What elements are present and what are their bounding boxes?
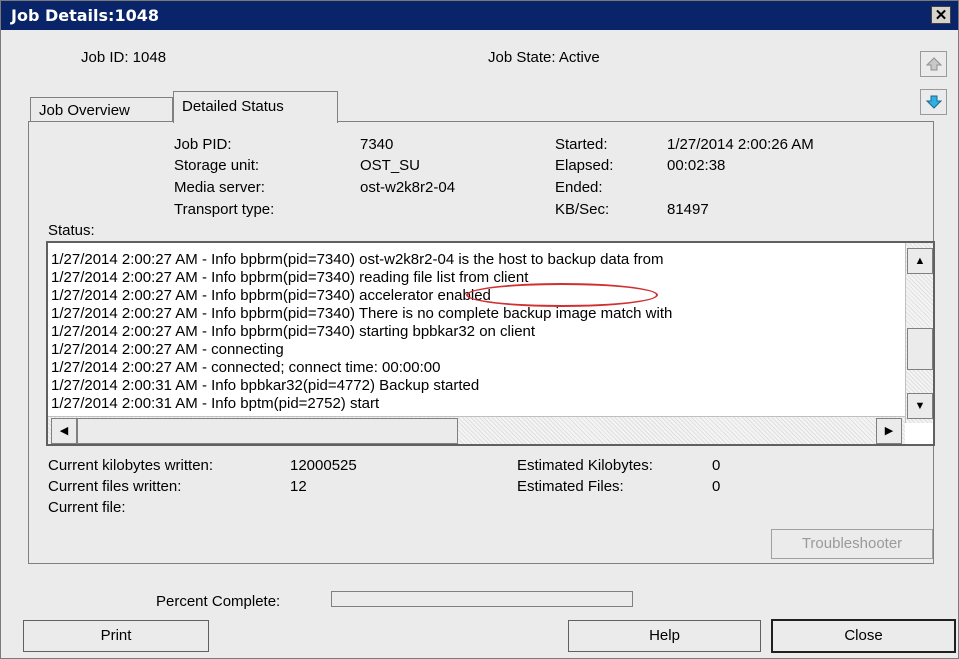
- horizontal-scrollbar[interactable]: ◀ ▶: [48, 416, 905, 444]
- vertical-scrollbar[interactable]: ▲ ▼: [905, 243, 933, 423]
- current-kb-value: 12000525: [290, 457, 357, 474]
- down-arrow-button[interactable]: [920, 89, 947, 115]
- estimated-kb-value: 0: [712, 457, 721, 474]
- log-line: 1/27/2014 2:00:31 AM - Info bpbkar32(pid…: [51, 377, 480, 394]
- storage-unit-label: Storage unit:: [174, 157, 260, 174]
- job-id-label: Job ID: 1048: [81, 49, 167, 66]
- highlight-ellipse: [466, 283, 658, 307]
- scroll-left-icon: ◀: [59, 425, 69, 437]
- scroll-left-button[interactable]: ◀: [51, 418, 77, 444]
- transport-type-label: Transport type:: [174, 201, 275, 218]
- down-arrow-icon: [925, 95, 942, 109]
- help-button[interactable]: Help: [568, 620, 761, 652]
- print-button[interactable]: Print: [23, 620, 209, 652]
- estimated-kb-label: Estimated Kilobytes:: [517, 457, 653, 474]
- kbsec-value: 81497: [667, 201, 709, 218]
- job-state-label: Job State: Active: [488, 49, 600, 66]
- storage-unit-value: OST_SU: [360, 157, 421, 174]
- scroll-right-button[interactable]: ▶: [876, 418, 902, 444]
- current-files-label: Current files written:: [48, 478, 182, 495]
- log-line: 1/27/2014 2:00:27 AM - connecting: [51, 341, 284, 358]
- title-bar[interactable]: Job Details:1048 ✕: [1, 1, 958, 30]
- tab-detailed-status[interactable]: Detailed Status: [173, 91, 338, 123]
- horizontal-scroll-thumb[interactable]: [77, 418, 458, 444]
- troubleshooter-button[interactable]: Troubleshooter: [771, 529, 933, 559]
- ended-label: Ended:: [555, 179, 603, 196]
- up-arrow-button[interactable]: [920, 51, 947, 77]
- elapsed-value: 00:02:38: [667, 157, 726, 174]
- current-kb-label: Current kilobytes written:: [48, 457, 214, 474]
- kbsec-label: KB/Sec:: [555, 201, 610, 218]
- current-files-value: 12: [290, 478, 307, 495]
- log-line: 1/27/2014 2:00:27 AM - Info bpbrm(pid=73…: [51, 323, 536, 340]
- close-button[interactable]: Close: [771, 619, 956, 653]
- estimated-files-value: 0: [712, 478, 721, 495]
- percent-complete-bar: [331, 591, 633, 607]
- job-details-window: Job Details:1048 ✕ Job ID: 1048 Job Stat…: [0, 0, 959, 659]
- scroll-down-icon: ▼: [914, 400, 926, 412]
- elapsed-label: Elapsed:: [555, 157, 614, 174]
- started-label: Started:: [555, 136, 608, 153]
- job-pid-label: Job PID:: [174, 136, 232, 153]
- percent-complete-label: Percent Complete:: [156, 593, 281, 610]
- window-title: Job Details:1048: [11, 6, 159, 25]
- status-label: Status:: [48, 222, 95, 239]
- scroll-right-icon: ▶: [884, 425, 894, 437]
- job-pid-value: 7340: [360, 136, 394, 153]
- current-file-label: Current file:: [48, 499, 126, 516]
- estimated-files-label: Estimated Files:: [517, 478, 624, 495]
- close-window-button[interactable]: ✕: [931, 6, 951, 24]
- log-line: 1/27/2014 2:00:27 AM - connected; connec…: [51, 359, 441, 376]
- log-line: 1/27/2014 2:00:27 AM - Info bpbrm(pid=73…: [51, 305, 673, 322]
- started-value: 1/27/2014 2:00:26 AM: [667, 136, 814, 153]
- scroll-up-icon: ▲: [914, 255, 926, 267]
- log-line: 1/27/2014 2:00:31 AM - Info bptm(pid=275…: [51, 395, 380, 412]
- scroll-up-button[interactable]: ▲: [907, 248, 933, 274]
- media-server-label: Media server:: [174, 179, 265, 196]
- tab-job-overview[interactable]: Job Overview: [30, 97, 173, 122]
- log-line: 1/27/2014 2:00:27 AM - Info bpbrm(pid=73…: [51, 269, 529, 286]
- status-log[interactable]: 1/27/2014 2:00:27 AM - Info bpbrm(pid=73…: [46, 241, 935, 446]
- media-server-value: ost-w2k8r2-04: [360, 179, 456, 196]
- up-arrow-icon: [925, 57, 942, 71]
- log-line: 1/27/2014 2:00:27 AM - Info bpbrm(pid=73…: [51, 251, 664, 268]
- vertical-scroll-thumb[interactable]: [907, 328, 933, 370]
- log-line: 1/27/2014 2:00:27 AM - Info bpbrm(pid=73…: [51, 287, 491, 304]
- scroll-down-button[interactable]: ▼: [907, 393, 933, 419]
